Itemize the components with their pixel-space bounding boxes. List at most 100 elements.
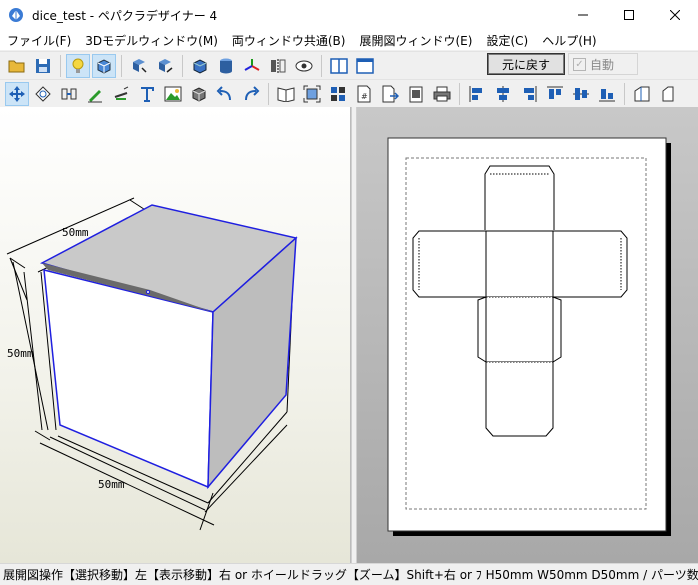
flap-size-icon [662, 86, 674, 101]
split-view-icon [330, 57, 348, 74]
split-face-button[interactable] [153, 54, 177, 78]
page-number-button[interactable]: # [352, 82, 376, 106]
move-arrows-icon [9, 85, 25, 102]
folder-open-icon [8, 60, 25, 72]
fit-frame-icon [303, 85, 321, 102]
menu-both-windows[interactable]: 両ウィンドウ共通(B) [225, 32, 353, 49]
reset-view-button[interactable]: 元に戻す [487, 53, 565, 75]
align-center-v-icon [573, 87, 589, 100]
flap-size-button[interactable] [656, 82, 680, 106]
maximize-button[interactable] [606, 0, 652, 30]
lightbulb-icon [72, 58, 84, 73]
fold-brush-icon [114, 86, 129, 100]
dim-label-left: 50mm [7, 347, 34, 360]
texture-toggle-button[interactable] [92, 53, 116, 78]
unfold-view[interactable] [357, 107, 698, 563]
open-book-button[interactable] [274, 82, 298, 106]
unfold-canvas [387, 137, 671, 536]
toolbar-separator [60, 54, 61, 77]
page-export-icon [382, 85, 399, 102]
view-button[interactable] [292, 54, 316, 78]
align-center-h-icon [497, 85, 509, 102]
single-view-button[interactable] [353, 54, 377, 78]
align-top-icon [547, 86, 563, 99]
join-edge-icon [61, 88, 77, 99]
fit-page-button[interactable] [300, 82, 324, 106]
face-split-icon [159, 58, 173, 73]
mirror-button[interactable] [266, 54, 290, 78]
menu-unfold-window[interactable]: 展開図ウィンドウ(E) [352, 32, 479, 49]
grid-parts-icon [331, 86, 345, 101]
print-button[interactable] [430, 82, 454, 106]
arrange-parts-button[interactable] [326, 82, 350, 106]
dim-label-top: 50mm [62, 226, 89, 239]
close-button[interactable] [652, 0, 698, 30]
cube-icon [193, 58, 207, 74]
save-button[interactable] [31, 54, 55, 78]
cube-view-button[interactable] [188, 54, 212, 78]
flap-shape-button[interactable] [630, 82, 654, 106]
print-preview-button[interactable] [404, 82, 428, 106]
print-preview-icon [409, 86, 423, 102]
auto-checkbox-label: 自動 [590, 57, 615, 72]
text-icon [141, 86, 154, 102]
undo-button[interactable] [213, 82, 237, 106]
export-page-button[interactable] [378, 82, 402, 106]
align-right-icon [524, 85, 537, 102]
menu-bar: ファイル(F) 3Dモデルウィンドウ(M) 両ウィンドウ共通(B) 展開図ウィン… [0, 30, 698, 50]
box-icon [192, 86, 206, 102]
align-center-h-button[interactable] [491, 82, 515, 106]
fold-line-tool-button[interactable] [109, 82, 133, 106]
auto-checkbox[interactable]: ✓ [573, 57, 586, 71]
eye-icon [295, 60, 313, 71]
draw-line-tool-button[interactable] [83, 82, 107, 106]
text-tool-button[interactable] [135, 82, 159, 106]
rotate-part-icon [35, 85, 51, 102]
split-view-button[interactable] [327, 54, 351, 78]
align-bottom-button[interactable] [595, 82, 619, 106]
menu-help[interactable]: ヘルプ(H) [535, 32, 603, 49]
auto-checkbox-group[interactable]: ✓ 自動 [568, 53, 638, 75]
status-text: 展開図操作【選択移動】左【表示移動】右 or ホイールドラッグ【ズーム】Shif… [3, 568, 698, 582]
align-right-button[interactable] [517, 82, 541, 106]
toolbar-separator [459, 82, 460, 105]
part-tool-button[interactable] [187, 82, 211, 106]
toolbar-separator [321, 54, 322, 77]
minimize-icon [578, 14, 588, 16]
toolbar-separator [121, 54, 122, 77]
menu-settings[interactable]: 設定(C) [479, 32, 535, 49]
align-center-v-button[interactable] [569, 82, 593, 106]
mirror-icon [271, 58, 286, 73]
page-number-icon: # [357, 85, 371, 102]
toolbar-separator [182, 54, 183, 77]
select-move-tool-button[interactable] [5, 81, 29, 106]
face-join-icon [133, 58, 147, 73]
axis-icon [244, 58, 260, 71]
window-title: dice_test - ペパクラデザイナー 4 [32, 8, 218, 23]
menu-file[interactable]: ファイル(F) [0, 32, 78, 49]
image-tool-button[interactable] [161, 82, 185, 106]
align-top-button[interactable] [543, 82, 567, 106]
join-edge-tool-button[interactable] [57, 82, 81, 106]
light-toggle-button[interactable] [66, 53, 90, 78]
pencil-icon [88, 89, 102, 102]
close-icon [670, 10, 680, 20]
axis-button[interactable] [240, 54, 264, 78]
open-button[interactable] [5, 54, 29, 78]
join-face-button[interactable] [127, 54, 151, 78]
align-left-icon [469, 85, 482, 102]
cylinder-view-button[interactable] [214, 54, 238, 78]
model-3d-view[interactable]: 50mm 50mm 50mm [0, 107, 351, 563]
app-logo-icon [9, 8, 23, 22]
redo-button[interactable] [239, 82, 263, 106]
textured-cube-icon [97, 58, 111, 74]
minimize-button[interactable] [560, 0, 606, 30]
cube-3d-model: 50mm 50mm 50mm [6, 197, 298, 531]
book-icon [277, 86, 295, 102]
align-left-button[interactable] [465, 82, 489, 106]
cylinder-icon [220, 58, 232, 73]
undo-icon [216, 85, 231, 100]
menu-3d-model-window[interactable]: 3Dモデルウィンドウ(M) [78, 32, 225, 49]
toolbar-separator [624, 82, 625, 105]
rotate-part-tool-button[interactable] [31, 82, 55, 106]
